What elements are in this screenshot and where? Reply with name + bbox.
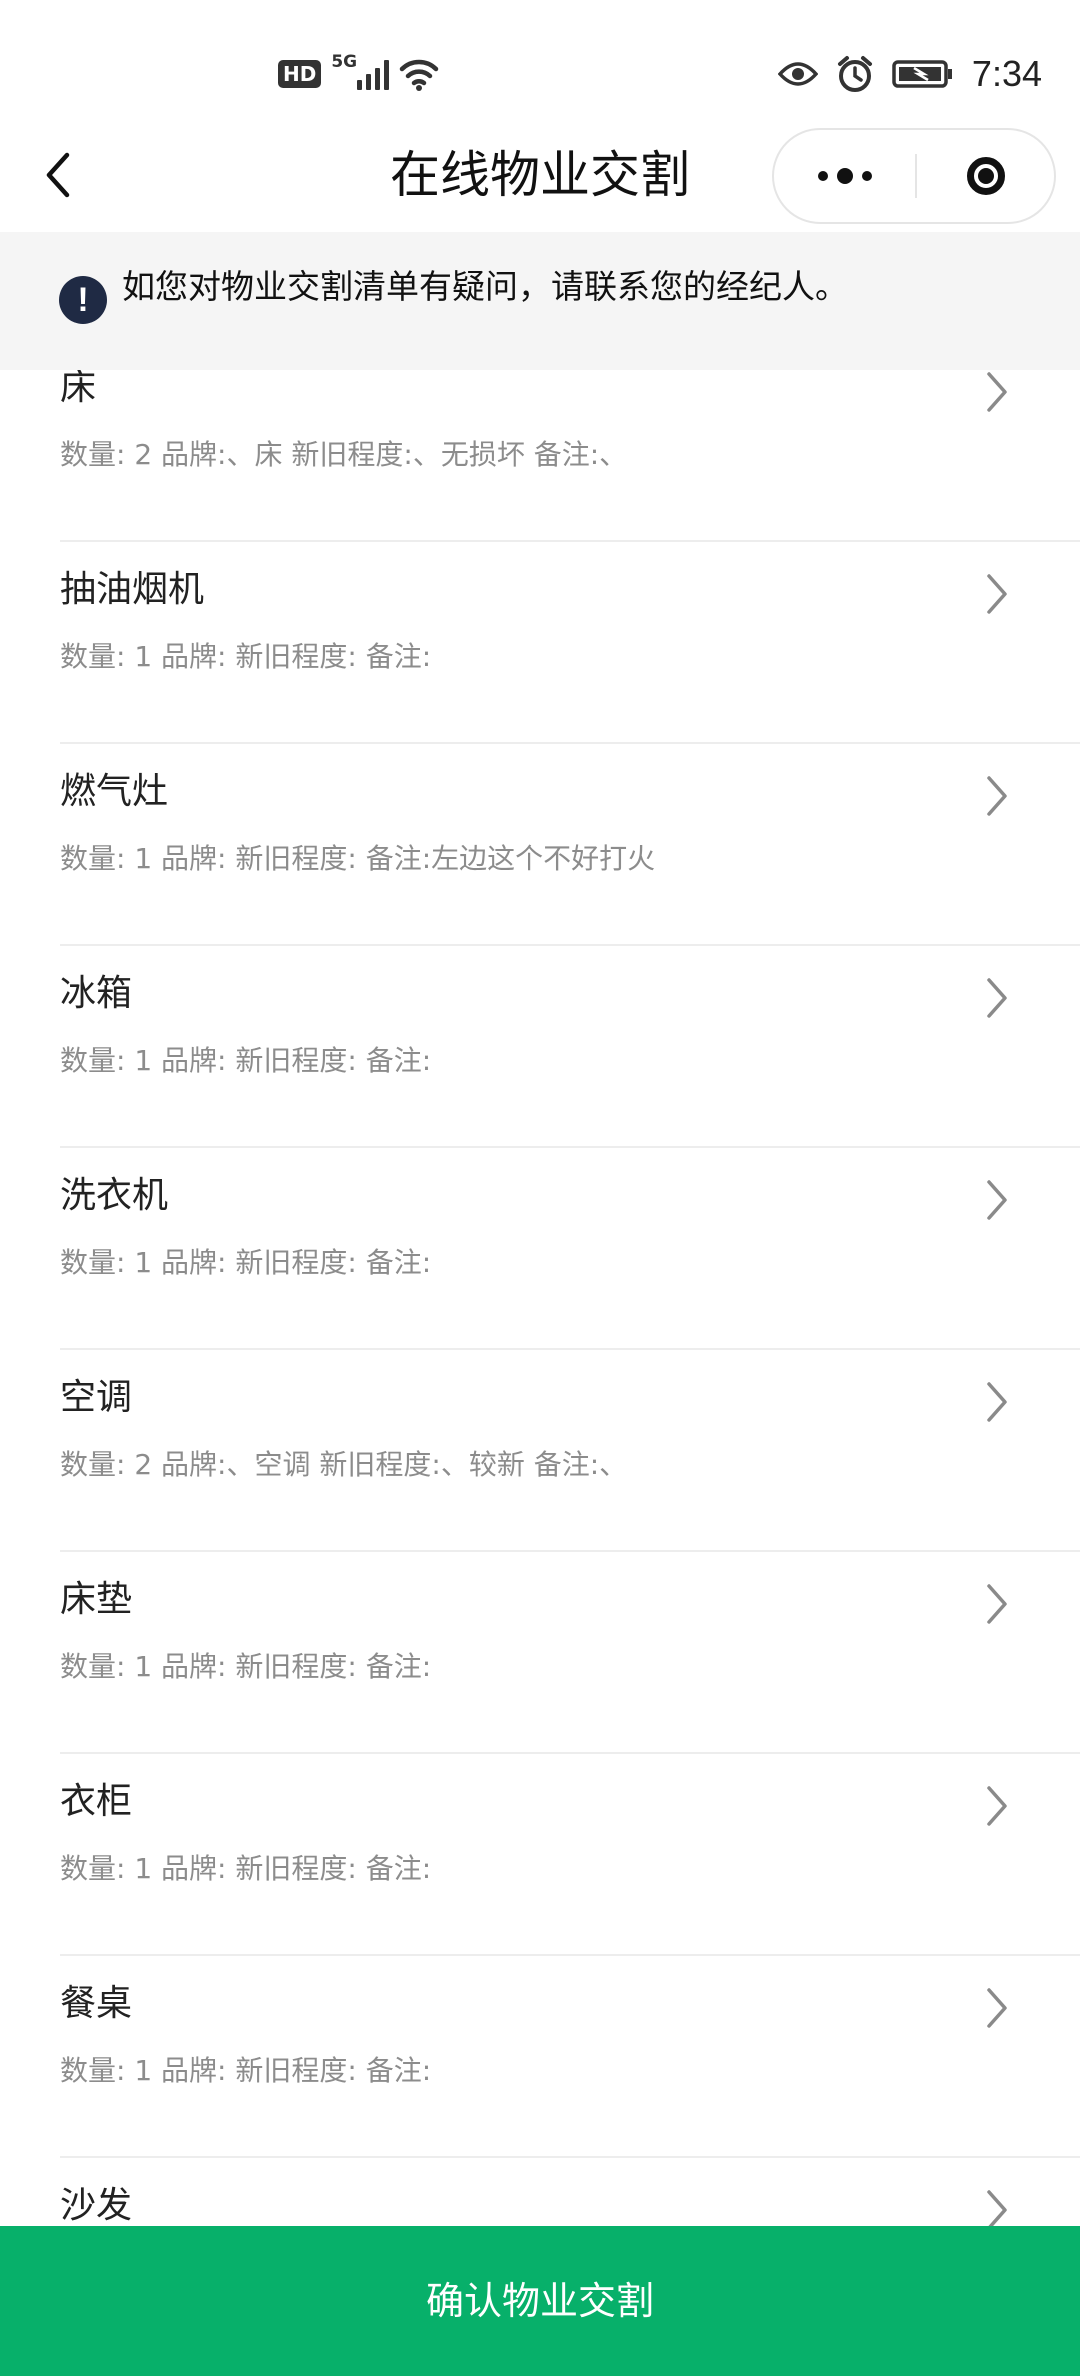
list-item[interactable]: 空调数量: 2 品牌:、空调 新旧程度:、较新 备注:、 [0, 1350, 1080, 1552]
item-name: 洗衣机 [60, 1175, 169, 1216]
alarm-icon [837, 56, 872, 92]
more-options-button[interactable] [774, 130, 915, 222]
chevron-right-icon [987, 978, 1007, 1018]
network-type-label: 5G [331, 52, 358, 72]
item-name: 衣柜 [60, 1781, 133, 1822]
hd-badge: HD [278, 60, 322, 88]
list-item[interactable]: 餐桌数量: 1 品牌: 新旧程度: 备注: [0, 1956, 1080, 2158]
target-icon [966, 157, 1005, 195]
chevron-right-icon [987, 1786, 1007, 1826]
item-name: 床 [60, 370, 97, 408]
item-detail: 数量: 2 品牌:、空调 新旧程度:、较新 备注:、 [60, 1448, 628, 1481]
chevron-right-icon [987, 372, 1007, 412]
notice-banner: ! 如您对物业交割清单有疑问，请联系您的经纪人。 [0, 232, 1080, 370]
chevron-right-icon [987, 2190, 1007, 2226]
item-name: 冰箱 [60, 973, 133, 1014]
close-mini-program-button[interactable] [917, 130, 1054, 222]
list-item[interactable]: 沙发 [0, 2158, 1080, 2226]
page: HD 5G 7:34 在线物业交割 ! 如您对物业交割清单有疑问，请联系您的经纪… [0, 0, 1080, 2376]
target-icon-center [977, 168, 994, 184]
list-item[interactable]: 燃气灶数量: 1 品牌: 新旧程度: 备注:左边这个不好打火 [0, 744, 1080, 946]
more-dots-icon [817, 171, 828, 181]
list-item[interactable]: 冰箱数量: 1 品牌: 新旧程度: 备注: [0, 946, 1080, 1148]
item-detail: 数量: 1 品牌: 新旧程度: 备注: [60, 1852, 432, 1885]
item-name: 燃气灶 [60, 771, 169, 812]
list-item[interactable]: 抽油烟机数量: 1 品牌: 新旧程度: 备注: [0, 542, 1080, 744]
chevron-right-icon [987, 776, 1007, 816]
eye-icon [777, 62, 818, 86]
list-item[interactable]: 洗衣机数量: 1 品牌: 新旧程度: 备注: [0, 1148, 1080, 1350]
status-right: 7:34 [777, 50, 1042, 98]
back-button[interactable] [28, 142, 88, 208]
item-name: 餐桌 [60, 1983, 133, 2024]
chevron-right-icon [987, 1988, 1007, 2028]
more-dots-icon-center [836, 168, 853, 184]
item-name: 抽油烟机 [60, 569, 205, 610]
confirm-handover-button[interactable]: 确认物业交割 [0, 2226, 1080, 2376]
battery-icon [892, 60, 952, 88]
item-name: 空调 [60, 1377, 133, 1418]
chevron-right-icon [987, 574, 1007, 614]
more-dots-icon-right [861, 171, 872, 181]
item-detail: 数量: 1 品牌: 新旧程度: 备注: [60, 1044, 432, 1077]
list-item[interactable]: 衣柜数量: 1 品牌: 新旧程度: 备注: [0, 1754, 1080, 1956]
page-title: 在线物业交割 [390, 146, 690, 204]
nav-bar: 在线物业交割 [0, 120, 1080, 230]
signal-icon [357, 58, 390, 90]
item-detail: 数量: 2 品牌:、床 新旧程度:、无损坏 备注:、 [60, 438, 628, 471]
status-left: HD 5G [278, 52, 439, 96]
item-detail: 数量: 1 品牌: 新旧程度: 备注: [60, 2054, 432, 2087]
chevron-right-icon [987, 1180, 1007, 1220]
chevron-right-icon [987, 1584, 1007, 1624]
item-name: 床垫 [60, 1579, 133, 1620]
chevron-left-icon [46, 152, 70, 198]
list-item[interactable]: 床垫数量: 1 品牌: 新旧程度: 备注: [0, 1552, 1080, 1754]
property-item-list: 床数量: 2 品牌:、床 新旧程度:、无损坏 备注:、抽油烟机数量: 1 品牌:… [0, 370, 1080, 2226]
item-name: 沙发 [60, 2185, 133, 2226]
item-detail: 数量: 1 品牌: 新旧程度: 备注: [60, 1246, 432, 1279]
wifi-icon [399, 59, 439, 91]
exclamation-icon: ! [59, 276, 107, 324]
list-item[interactable]: 床数量: 2 品牌:、床 新旧程度:、无损坏 备注:、 [0, 370, 1080, 542]
item-detail: 数量: 1 品牌: 新旧程度: 备注: [60, 640, 432, 673]
notice-text: 如您对物业交割清单有疑问，请联系您的经纪人。 [122, 267, 848, 306]
chevron-right-icon [987, 1382, 1007, 1422]
status-bar: HD 5G 7:34 [0, 0, 1080, 140]
item-detail: 数量: 1 品牌: 新旧程度: 备注: [60, 1650, 432, 1683]
mini-program-capsule [772, 128, 1056, 224]
item-detail: 数量: 1 品牌: 新旧程度: 备注:左边这个不好打火 [60, 842, 656, 875]
clock-time: 7:34 [971, 53, 1042, 94]
